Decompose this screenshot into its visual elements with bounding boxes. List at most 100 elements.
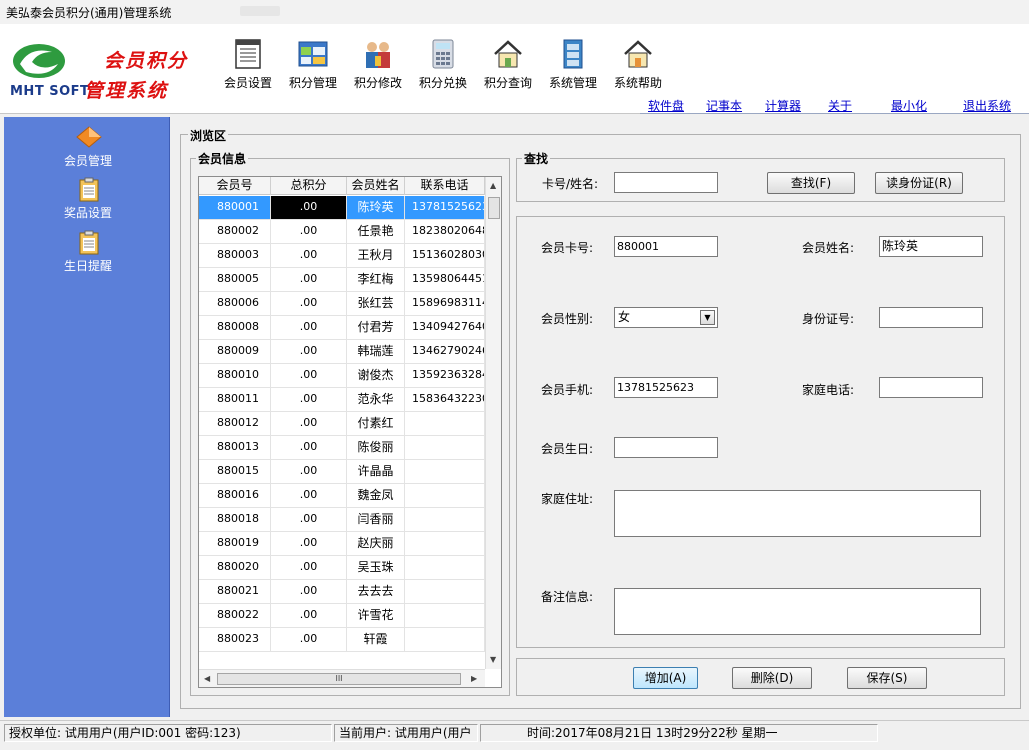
scroll-up-icon[interactable]: ▲ (490, 181, 496, 190)
search-button[interactable]: 查找(F) (767, 172, 855, 194)
toolbar-points-manage[interactable]: 积分管理 (283, 38, 343, 92)
horizontal-scrollbar[interactable]: ◀ III ▶ (199, 669, 485, 687)
table-cell: 880019 (199, 532, 271, 555)
table-row[interactable]: 880010.00 谢俊杰 13592363284 (199, 364, 485, 388)
table-row[interactable]: 880006.00 张红芸 15896983114 (199, 292, 485, 316)
member-name-field[interactable]: 陈玲英 (879, 236, 983, 257)
mobile-field[interactable]: 13781525623 (614, 377, 718, 398)
link-keyboard[interactable]: 软件盘 (648, 97, 684, 114)
table-row[interactable]: 880011.00 范永华 15836432230 (199, 388, 485, 412)
table-cell: 18238020648 (405, 220, 485, 243)
scroll-down-icon[interactable]: ▼ (490, 655, 496, 664)
toolbar-points-exchange[interactable]: 积分兑换 (413, 38, 473, 92)
table-cell: 880012 (199, 412, 271, 435)
table-cell: .00 (271, 412, 347, 435)
table-row[interactable]: 880009.00 韩瑞莲 13462790246 (199, 340, 485, 364)
table-row[interactable]: 880015.00 许晶晶 (199, 460, 485, 484)
scroll-right-icon[interactable]: ▶ (471, 674, 477, 683)
table-cell: 880013 (199, 436, 271, 459)
table-cell: .00 (271, 556, 347, 579)
table-row[interactable]: 880020.00 吴玉珠 (199, 556, 485, 580)
table-cell: 陈俊丽 (347, 436, 405, 459)
table-cell: 880002 (199, 220, 271, 243)
browse-area-title: 浏览区 (188, 127, 229, 144)
delete-button[interactable]: 删除(D) (732, 667, 812, 689)
table-row[interactable]: 880016.00 魏金凤 (199, 484, 485, 508)
table-cell: 吴玉珠 (347, 556, 405, 579)
users-group-icon (366, 42, 390, 68)
toolbar-system-manage[interactable]: 系统管理 (543, 38, 603, 92)
read-id-card-button[interactable]: 读身份证(R) (875, 172, 963, 194)
toolbar-system-help[interactable]: 系统帮助 (608, 38, 668, 92)
table-cell: 880001 (199, 196, 271, 219)
link-exit[interactable]: 退出系统 (963, 97, 1011, 114)
add-button[interactable]: 增加(A) (633, 667, 698, 689)
table-cell: 880021 (199, 580, 271, 603)
table-row[interactable]: 880018.00 闫香丽 (199, 508, 485, 532)
table-row[interactable]: 880021.00 去去去 (199, 580, 485, 604)
diamond-icon (76, 126, 102, 148)
sidebar-item-label: 生日提醒 (63, 259, 112, 273)
link-calculator[interactable]: 计算器 (765, 97, 801, 114)
table-row[interactable]: 880012.00 付素红 (199, 412, 485, 436)
table-row[interactable]: 880001.00 陈玲英 13781525623 (199, 196, 485, 220)
table-cell (405, 436, 485, 459)
member-table[interactable]: 会员号 总积分 会员姓名 联系电话 880001.00 陈玲英 1378152562… (198, 176, 502, 688)
card-no-field[interactable]: 880001 (614, 236, 718, 257)
column-header[interactable]: 联系电话 (405, 177, 485, 195)
table-row[interactable]: 880002.00 任景艳 18238020648 (199, 220, 485, 244)
table-cell: 13598064451 (405, 268, 485, 291)
search-input[interactable] (614, 172, 718, 193)
table-cell: .00 (271, 220, 347, 243)
address-field[interactable] (614, 490, 981, 537)
toolbar-label: 积分修改 (353, 76, 402, 90)
window-title: 美弘泰会员积分(通用)管理系统 (6, 6, 172, 20)
table-cell: .00 (271, 340, 347, 363)
gender-label: 会员性别: (541, 312, 594, 326)
table-row[interactable]: 880003.00 王秋月 15136028030 (199, 244, 485, 268)
vertical-scrollbar[interactable]: ▲ ▼ (485, 177, 501, 669)
link-minimize[interactable]: 最小化 (891, 97, 927, 114)
table-cell: 15836432230 (405, 388, 485, 411)
member-detail-box (516, 216, 1005, 648)
table-row[interactable]: 880019.00 赵庆丽 (199, 532, 485, 556)
table-row[interactable]: 880013.00 陈俊丽 (199, 436, 485, 460)
gender-select[interactable]: 女 ▼ (614, 307, 718, 328)
table-cell: .00 (271, 196, 347, 219)
home-help-icon (624, 40, 652, 68)
home-phone-field[interactable] (879, 377, 983, 398)
chevron-down-icon[interactable]: ▼ (700, 310, 715, 325)
table-row[interactable]: 880023.00 轩霞 (199, 628, 485, 652)
window-grid-icon (298, 41, 328, 67)
column-header[interactable]: 会员姓名 (347, 177, 405, 195)
toolbar-member-settings[interactable]: 会员设置 (218, 38, 278, 92)
scroll-left-icon[interactable]: ◀ (204, 674, 210, 683)
home-phone-label: 家庭电话: (802, 383, 855, 397)
birthday-field[interactable] (614, 437, 718, 458)
table-row[interactable]: 880005.00 李红梅 13598064451 (199, 268, 485, 292)
toolbar-points-query[interactable]: 积分查询 (478, 38, 538, 92)
remark-field[interactable] (614, 588, 981, 635)
toolbar-label: 积分管理 (288, 76, 337, 90)
save-button[interactable]: 保存(S) (847, 667, 927, 689)
link-notepad[interactable]: 记事本 (706, 97, 742, 114)
table-cell: 付素红 (347, 412, 405, 435)
home-icon (494, 40, 522, 68)
link-about[interactable]: 关于 (828, 97, 852, 114)
vertical-scroll-thumb[interactable] (488, 197, 500, 219)
toolbar-points-edit[interactable]: 积分修改 (348, 38, 408, 92)
id-no-field[interactable] (879, 307, 983, 328)
table-cell (405, 628, 485, 651)
table-cell: 880016 (199, 484, 271, 507)
member-table-header: 会员号 总积分 会员姓名 联系电话 (199, 177, 485, 195)
table-row[interactable]: 880008.00 付君芳 13409427640 (199, 316, 485, 340)
table-cell: 880009 (199, 340, 271, 363)
table-row[interactable]: 880022.00 许雪花 (199, 604, 485, 628)
horizontal-scroll-thumb[interactable]: III (217, 673, 461, 685)
table-cell: .00 (271, 364, 347, 387)
table-cell: 880008 (199, 316, 271, 339)
table-cell: 闫香丽 (347, 508, 405, 531)
column-header[interactable]: 会员号 (199, 177, 271, 195)
column-header[interactable]: 总积分 (271, 177, 347, 195)
table-cell: .00 (271, 292, 347, 315)
